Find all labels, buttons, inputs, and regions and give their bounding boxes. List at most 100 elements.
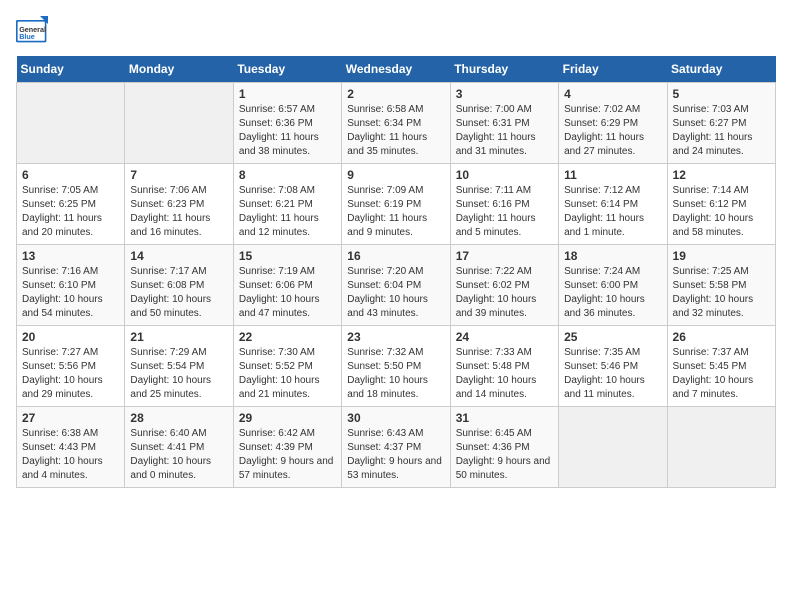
day-info: Sunrise: 7:12 AMSunset: 6:14 PMDaylight:… [564, 184, 661, 240]
days-header-row: SundayMondayTuesdayWednesdayThursdayFrid… [17, 56, 776, 83]
day-info: Sunrise: 7:02 AMSunset: 6:29 PMDaylight:… [564, 103, 661, 159]
day-number: 14 [130, 249, 227, 263]
day-info: Sunrise: 7:09 AMSunset: 6:19 PMDaylight:… [347, 184, 444, 240]
day-info: Sunrise: 7:14 AMSunset: 6:12 PMDaylight:… [673, 184, 770, 240]
calendar-cell: 8 Sunrise: 7:08 AMSunset: 6:21 PMDaylight… [233, 164, 341, 245]
calendar-cell: 17 Sunrise: 7:22 AMSunset: 6:02 PMDayligh… [450, 245, 558, 326]
day-number: 21 [130, 330, 227, 344]
calendar-table: SundayMondayTuesdayWednesdayThursdayFrid… [16, 56, 776, 488]
day-info: Sunrise: 7:08 AMSunset: 6:21 PMDaylight:… [239, 184, 336, 240]
page-header: General Blue [16, 16, 776, 44]
day-info: Sunrise: 7:24 AMSunset: 6:00 PMDaylight:… [564, 265, 661, 321]
calendar-cell: 16 Sunrise: 7:20 AMSunset: 6:04 PMDayligh… [342, 245, 450, 326]
calendar-cell: 4 Sunrise: 7:02 AMSunset: 6:29 PMDaylight… [559, 83, 667, 164]
day-number: 24 [456, 330, 553, 344]
day-info: Sunrise: 7:03 AMSunset: 6:27 PMDaylight:… [673, 103, 770, 159]
day-number: 15 [239, 249, 336, 263]
day-info: Sunrise: 7:16 AMSunset: 6:10 PMDaylight:… [22, 265, 119, 321]
day-info: Sunrise: 7:35 AMSunset: 5:46 PMDaylight:… [564, 346, 661, 402]
calendar-cell: 1 Sunrise: 6:57 AMSunset: 6:36 PMDaylight… [233, 83, 341, 164]
logo: General Blue [16, 16, 48, 44]
day-number: 8 [239, 168, 336, 182]
calendar-cell: 27Sunrise: 6:38 AMSunset: 4:43 PMDayligh… [17, 407, 125, 488]
day-info: Sunrise: 7:22 AMSunset: 6:02 PMDaylight:… [456, 265, 553, 321]
calendar-cell [559, 407, 667, 488]
calendar-cell: 19 Sunrise: 7:25 AMSunset: 5:58 PMDayligh… [667, 245, 775, 326]
day-number: 20 [22, 330, 119, 344]
day-info: Sunrise: 6:45 AMSunset: 4:36 PMDaylight:… [456, 427, 553, 483]
day-number: 23 [347, 330, 444, 344]
calendar-cell: 25 Sunrise: 7:35 AMSunset: 5:46 PMDayligh… [559, 326, 667, 407]
calendar-cell: 2 Sunrise: 6:58 AMSunset: 6:34 PMDaylight… [342, 83, 450, 164]
day-number: 17 [456, 249, 553, 263]
calendar-week-row: 1 Sunrise: 6:57 AMSunset: 6:36 PMDaylight… [17, 83, 776, 164]
day-of-week-header: Friday [559, 56, 667, 83]
day-of-week-header: Thursday [450, 56, 558, 83]
day-info: Sunrise: 6:57 AMSunset: 6:36 PMDaylight:… [239, 103, 336, 159]
calendar-cell [667, 407, 775, 488]
day-number: 2 [347, 87, 444, 101]
day-number: 5 [673, 87, 770, 101]
svg-text:Blue: Blue [19, 32, 35, 41]
calendar-cell: 28Sunrise: 6:40 AMSunset: 4:41 PMDayligh… [125, 407, 233, 488]
calendar-cell: 10 Sunrise: 7:11 AMSunset: 6:16 PMDayligh… [450, 164, 558, 245]
calendar-cell: 24 Sunrise: 7:33 AMSunset: 5:48 PMDayligh… [450, 326, 558, 407]
day-number: 7 [130, 168, 227, 182]
calendar-cell: 9 Sunrise: 7:09 AMSunset: 6:19 PMDaylight… [342, 164, 450, 245]
day-info: Sunrise: 7:05 AMSunset: 6:25 PMDaylight:… [22, 184, 119, 240]
calendar-week-row: 20 Sunrise: 7:27 AMSunset: 5:56 PMDayligh… [17, 326, 776, 407]
day-of-week-header: Sunday [17, 56, 125, 83]
day-info: Sunrise: 7:33 AMSunset: 5:48 PMDaylight:… [456, 346, 553, 402]
day-number: 26 [673, 330, 770, 344]
calendar-cell [17, 83, 125, 164]
day-number: 30 [347, 411, 444, 425]
calendar-week-row: 13 Sunrise: 7:16 AMSunset: 6:10 PMDayligh… [17, 245, 776, 326]
day-number: 11 [564, 168, 661, 182]
day-number: 19 [673, 249, 770, 263]
calendar-cell [125, 83, 233, 164]
day-number: 12 [673, 168, 770, 182]
day-number: 31 [456, 411, 553, 425]
day-info: Sunrise: 7:20 AMSunset: 6:04 PMDaylight:… [347, 265, 444, 321]
day-number: 22 [239, 330, 336, 344]
day-info: Sunrise: 7:25 AMSunset: 5:58 PMDaylight:… [673, 265, 770, 321]
day-info: Sunrise: 6:42 AMSunset: 4:39 PMDaylight:… [239, 427, 336, 483]
day-number: 25 [564, 330, 661, 344]
calendar-cell: 22 Sunrise: 7:30 AMSunset: 5:52 PMDayligh… [233, 326, 341, 407]
calendar-cell: 23 Sunrise: 7:32 AMSunset: 5:50 PMDayligh… [342, 326, 450, 407]
day-info: Sunrise: 7:06 AMSunset: 6:23 PMDaylight:… [130, 184, 227, 240]
calendar-cell: 14Sunrise: 7:17 AMSunset: 6:08 PMDayligh… [125, 245, 233, 326]
calendar-cell: 12 Sunrise: 7:14 AMSunset: 6:12 PMDayligh… [667, 164, 775, 245]
day-number: 29 [239, 411, 336, 425]
day-number: 1 [239, 87, 336, 101]
day-info: Sunrise: 7:37 AMSunset: 5:45 PMDaylight:… [673, 346, 770, 402]
day-info: Sunrise: 7:29 AMSunset: 5:54 PMDaylight:… [130, 346, 227, 402]
day-number: 28 [130, 411, 227, 425]
calendar-week-row: 27Sunrise: 6:38 AMSunset: 4:43 PMDayligh… [17, 407, 776, 488]
day-info: Sunrise: 7:11 AMSunset: 6:16 PMDaylight:… [456, 184, 553, 240]
calendar-cell: 5 Sunrise: 7:03 AMSunset: 6:27 PMDaylight… [667, 83, 775, 164]
day-info: Sunrise: 6:38 AMSunset: 4:43 PMDaylight:… [22, 427, 119, 483]
calendar-cell: 15 Sunrise: 7:19 AMSunset: 6:06 PMDayligh… [233, 245, 341, 326]
calendar-cell: 11 Sunrise: 7:12 AMSunset: 6:14 PMDayligh… [559, 164, 667, 245]
day-info: Sunrise: 7:27 AMSunset: 5:56 PMDaylight:… [22, 346, 119, 402]
day-number: 13 [22, 249, 119, 263]
day-number: 18 [564, 249, 661, 263]
calendar-cell: 26 Sunrise: 7:37 AMSunset: 5:45 PMDayligh… [667, 326, 775, 407]
calendar-cell: 29 Sunrise: 6:42 AMSunset: 4:39 PMDayligh… [233, 407, 341, 488]
day-number: 16 [347, 249, 444, 263]
day-info: Sunrise: 7:30 AMSunset: 5:52 PMDaylight:… [239, 346, 336, 402]
calendar-cell: 21 Sunrise: 7:29 AMSunset: 5:54 PMDayligh… [125, 326, 233, 407]
day-info: Sunrise: 6:58 AMSunset: 6:34 PMDaylight:… [347, 103, 444, 159]
day-info: Sunrise: 7:19 AMSunset: 6:06 PMDaylight:… [239, 265, 336, 321]
day-info: Sunrise: 7:32 AMSunset: 5:50 PMDaylight:… [347, 346, 444, 402]
day-of-week-header: Saturday [667, 56, 775, 83]
calendar-cell: 13 Sunrise: 7:16 AMSunset: 6:10 PMDayligh… [17, 245, 125, 326]
calendar-cell: 6Sunrise: 7:05 AMSunset: 6:25 PMDaylight… [17, 164, 125, 245]
day-number: 10 [456, 168, 553, 182]
day-of-week-header: Monday [125, 56, 233, 83]
calendar-cell: 18 Sunrise: 7:24 AMSunset: 6:00 PMDayligh… [559, 245, 667, 326]
day-number: 9 [347, 168, 444, 182]
day-number: 4 [564, 87, 661, 101]
calendar-week-row: 6Sunrise: 7:05 AMSunset: 6:25 PMDaylight… [17, 164, 776, 245]
